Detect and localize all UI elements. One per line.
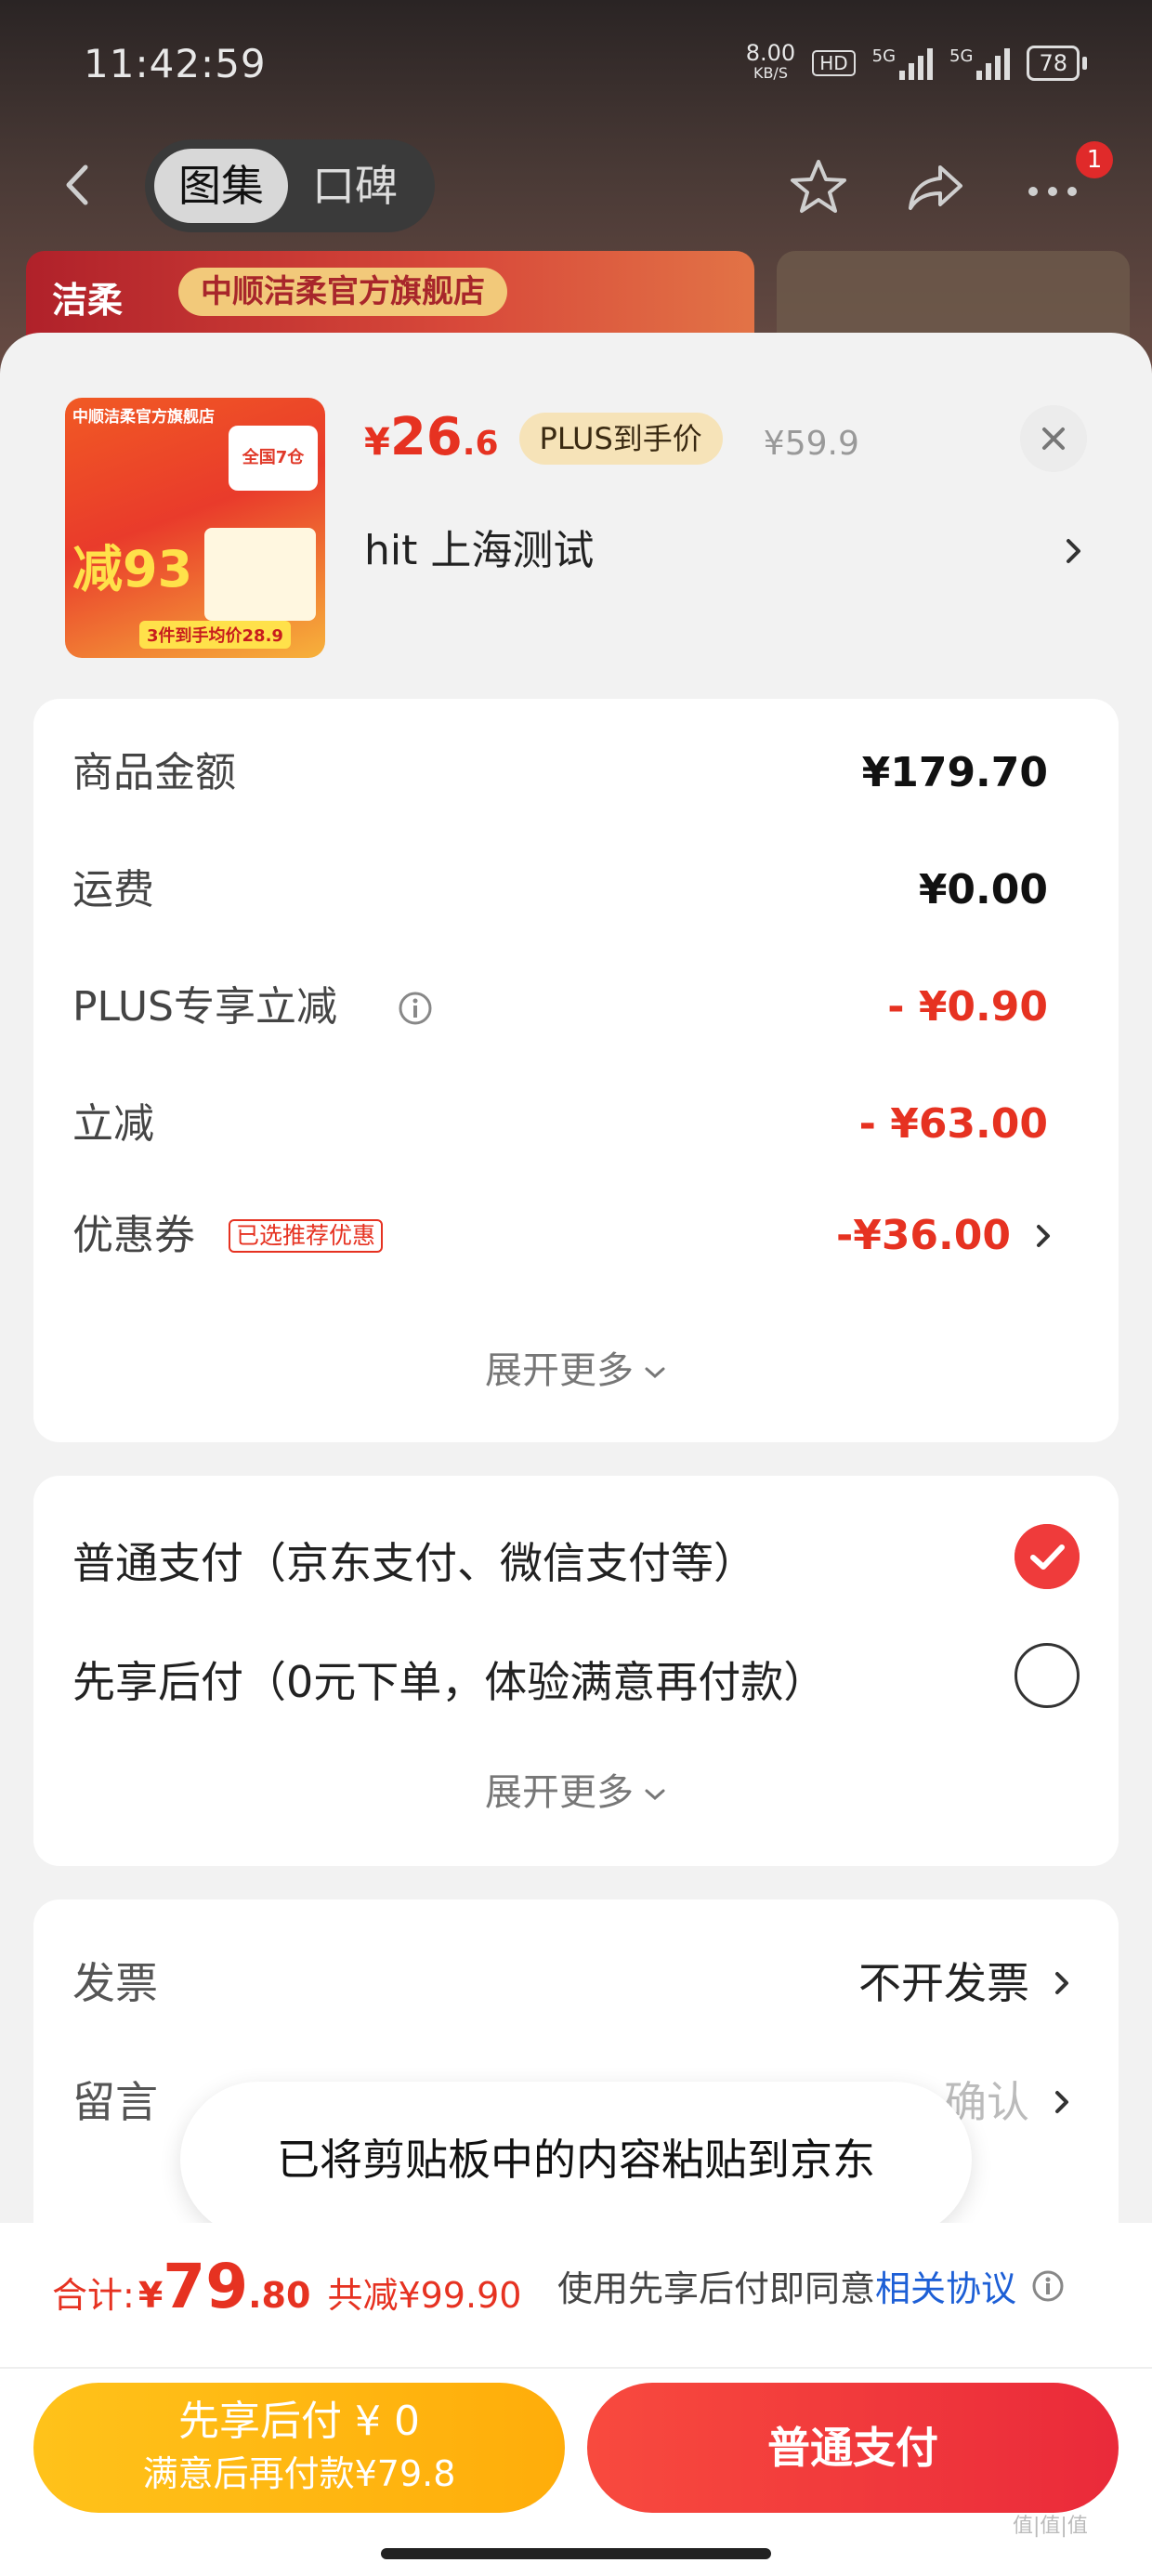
back-arrow-icon[interactable] (56, 162, 102, 208)
total-savings: 共减¥99.90 (327, 2275, 522, 2316)
expand-more-fees[interactable]: 展开更多 (33, 1338, 1119, 1403)
product-price: ¥ 26 .6 PLUS到手价 ¥59.9 (364, 407, 859, 467)
share-icon[interactable] (903, 154, 968, 219)
shipping-address-row[interactable]: hit 上海测试 (364, 519, 1089, 584)
pay-later-button[interactable]: 先享后付 ¥ 0 满意后再付款¥79.8 (33, 2383, 565, 2513)
payment-option-pay-later[interactable]: 先享后付（0元下单，体验满意再付款） (72, 1649, 826, 1710)
fee-row-plus-discount: PLUS专享立减 - ¥0.90 (72, 983, 1048, 1031)
tab-reviews[interactable]: 口碑 (288, 149, 422, 223)
background-page: 11:42:59 8.00 KB/S HD 5G 5G 78 图集 口碑 1 洁… (0, 0, 1152, 390)
battery-icon: 78 (1027, 46, 1087, 81)
chevron-right-icon (1067, 539, 1080, 563)
clipboard-toast: 已将剪贴板中的内容粘贴到京东 (180, 2082, 972, 2238)
standard-pay-button[interactable]: 普通支付 (587, 2383, 1119, 2513)
hd-icon: HD (812, 50, 856, 76)
fee-row-coupon[interactable]: 优惠券 已选推荐优惠 -¥36.00 (72, 1199, 1057, 1273)
info-icon[interactable] (1031, 2269, 1065, 2303)
radio-checked-icon[interactable] (1015, 1524, 1080, 1589)
notification-badge: 1 (1076, 141, 1113, 178)
fee-row-instant-discount: 立减 - ¥63.00 (72, 1100, 1048, 1148)
original-price: ¥59.9 (763, 425, 859, 463)
payment-method-card: 普通支付（京东支付、微信支付等） 先享后付（0元下单，体验满意再付款） 展开更多 (33, 1476, 1119, 1866)
radio-unchecked-icon[interactable] (1015, 1643, 1080, 1708)
status-bar: 11:42:59 8.00 KB/S HD 5G 5G 78 (0, 0, 1152, 130)
order-total: 合计: ¥ 79 .80 共减¥99.90 (52, 2251, 522, 2322)
more-icon[interactable] (1020, 154, 1085, 219)
checkout-footer: 合计: ¥ 79 .80 共减¥99.90 使用先享后付即同意 相关协议 先享后… (0, 2223, 1152, 2576)
fee-breakdown-card: 商品金额 ¥179.70 运费 ¥0.00 PLUS专享立减 - ¥0.90 立… (33, 699, 1119, 1442)
store-logo: 洁柔 (52, 280, 124, 321)
info-icon[interactable] (398, 991, 433, 1026)
status-time: 11:42:59 (84, 41, 267, 86)
chevron-right-icon (1055, 1972, 1068, 1994)
product-image: 中顺洁柔官方旗舰店 全国7仓 减93 3件到手均价28.9 (65, 398, 325, 658)
store-name: 中顺洁柔官方旗舰店 (178, 268, 507, 316)
shipping-address: hit 上海测试 (364, 527, 595, 574)
payment-option-standard[interactable]: 普通支付（京东支付、微信支付等） (72, 1530, 756, 1591)
signal-icon: 5G (949, 46, 1011, 80)
invoice-row[interactable]: 发票 不开发票 (72, 1946, 1085, 2020)
home-indicator (381, 2548, 771, 2559)
watermark-logo: 值|值|值 (1013, 2515, 1088, 2538)
plus-price-badge: PLUS到手价 (518, 413, 723, 465)
signal-icon: 5G (872, 46, 934, 80)
fee-row-shipping: 运费 ¥0.00 (72, 866, 1048, 913)
chevron-down-icon (645, 1789, 665, 1801)
favorite-star-icon[interactable] (786, 154, 851, 219)
view-segmented-control: 图集 口碑 (145, 139, 435, 232)
network-speed: 8.00 KB/S (745, 40, 796, 82)
divider (0, 2367, 1152, 2369)
fee-row-subtotal: 商品金额 ¥179.70 (72, 749, 1048, 796)
expand-more-payment[interactable]: 展开更多 (33, 1760, 1119, 1825)
agreement-note: 使用先享后付即同意 相关协议 (557, 2260, 1065, 2311)
status-indicators: 8.00 KB/S HD 5G 5G 78 (745, 40, 1087, 84)
top-nav-bar: 图集 口碑 1 (0, 139, 1152, 232)
product-summary: 中顺洁柔官方旗舰店 全国7仓 减93 3件到手均价28.9 ¥ 26 .6 PL… (0, 333, 1152, 697)
close-button[interactable] (1020, 405, 1087, 472)
chevron-right-icon (1037, 1225, 1050, 1247)
coupon-tag: 已选推荐优惠 (229, 1219, 384, 1253)
chevron-right-icon (1055, 2091, 1068, 2113)
agreement-link[interactable]: 相关协议 (875, 2260, 1016, 2311)
chevron-down-icon (645, 1367, 665, 1379)
tab-gallery[interactable]: 图集 (154, 149, 288, 223)
